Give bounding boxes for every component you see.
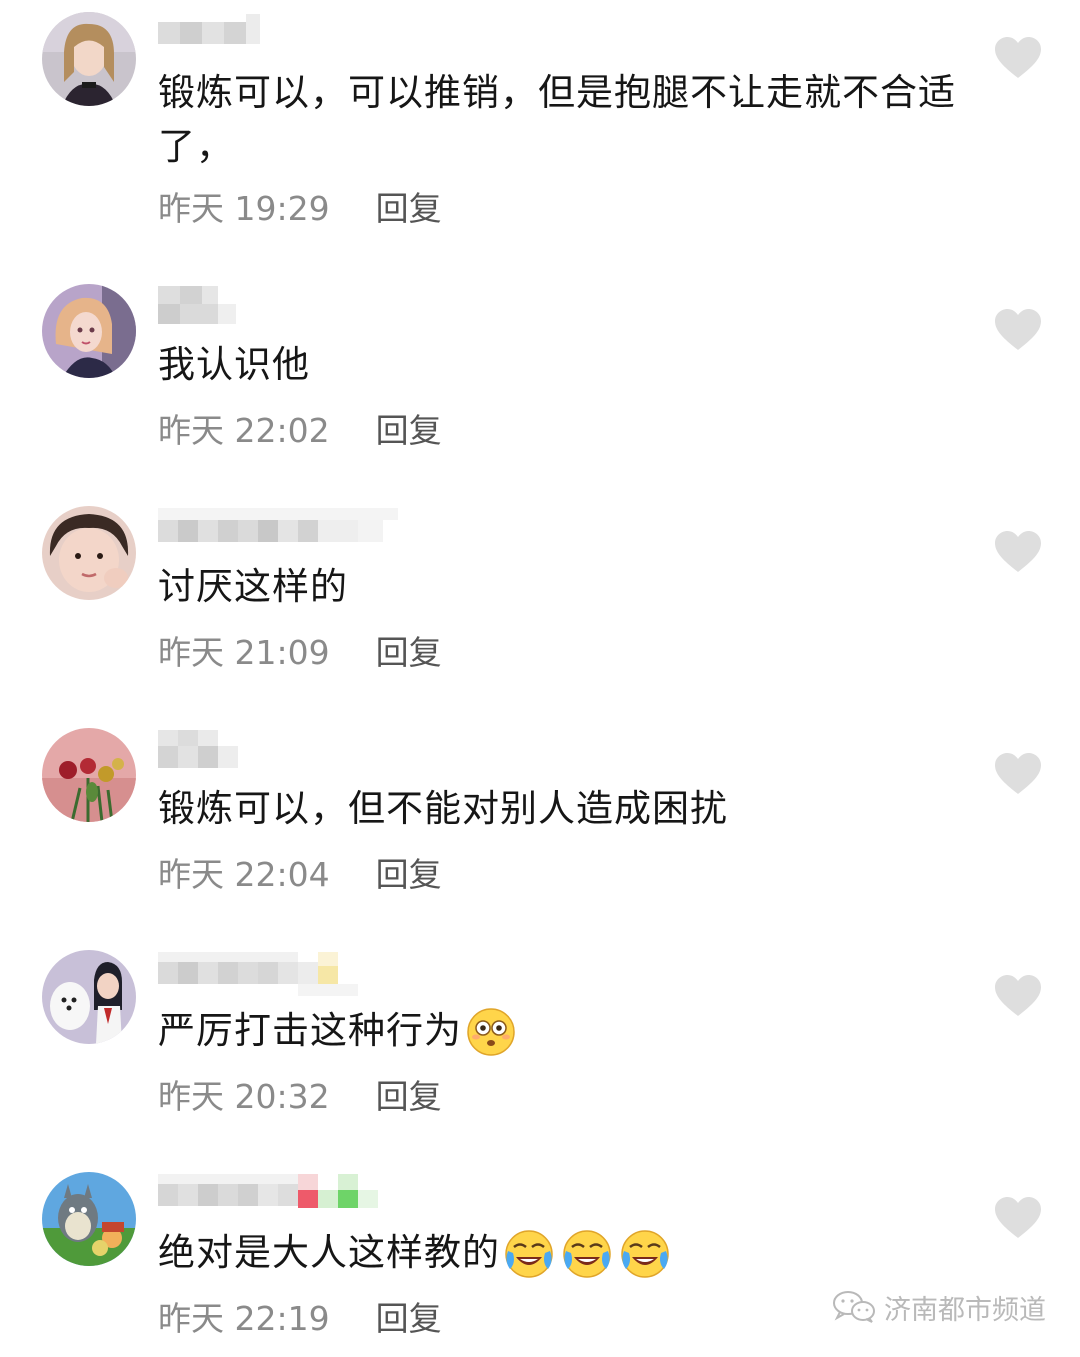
heart-icon xyxy=(994,1196,1042,1240)
heart-icon xyxy=(994,308,1042,352)
comment-text: 锻炼可以，但不能对别人造成困扰 xyxy=(158,787,728,830)
comment-text: 我认识他 xyxy=(158,343,310,386)
emoji-row xyxy=(466,1007,524,1059)
heart-icon xyxy=(994,530,1042,574)
avatar[interactable] xyxy=(42,506,136,600)
like-button[interactable] xyxy=(994,1196,1042,1240)
comment-meta: 昨天 19:29 回复 xyxy=(158,182,442,230)
like-button[interactable] xyxy=(994,752,1042,796)
dizzy-face-emoji xyxy=(466,1007,516,1057)
comment-text: 锻炼可以，可以推销，但是抱腿不让走就不合适了， xyxy=(158,71,956,168)
avatar[interactable] xyxy=(42,1172,136,1266)
comment-meta: 昨天 22:19 回复 xyxy=(158,1292,442,1340)
like-button[interactable] xyxy=(994,36,1042,80)
crying-laughing-emoji xyxy=(620,1229,670,1279)
comment-meta: 昨天 20:32 回复 xyxy=(158,1070,442,1118)
comment-text: 讨厌这样的 xyxy=(158,565,348,608)
like-button[interactable] xyxy=(994,974,1042,1018)
heart-icon xyxy=(994,974,1042,1018)
reply-button[interactable]: 回复 xyxy=(376,848,442,896)
reply-button[interactable]: 回复 xyxy=(376,626,442,674)
like-button[interactable] xyxy=(994,530,1042,574)
emoji-row xyxy=(504,1229,678,1281)
avatar[interactable] xyxy=(42,284,136,378)
comment-meta: 昨天 22:02 回复 xyxy=(158,404,442,452)
crying-laughing-emoji xyxy=(504,1229,554,1279)
avatar[interactable] xyxy=(42,12,136,106)
wechat-icon xyxy=(832,1290,876,1324)
comment-timestamp: 昨天 21:09 xyxy=(158,633,330,672)
like-button[interactable] xyxy=(994,308,1042,352)
comment-item: 我认识他 昨天 22:02 回复 xyxy=(0,284,1080,454)
comment-item: 锻炼可以，但不能对别人造成困扰 昨天 22:04 回复 xyxy=(0,728,1080,898)
comment-item: 锻炼可以，可以推销，但是抱腿不让走就不合适了， 昨天 19:29 回复 xyxy=(0,12,1080,242)
reply-button[interactable]: 回复 xyxy=(376,1070,442,1118)
comment-timestamp: 昨天 19:29 xyxy=(158,189,330,228)
heart-icon xyxy=(994,36,1042,80)
comment-meta: 昨天 21:09 回复 xyxy=(158,626,442,674)
comment-text-content: 严厉打击这种行为 xyxy=(158,1009,462,1052)
comment-text-content: 绝对是大人这样教的 xyxy=(158,1231,500,1274)
comment-text: 绝对是大人这样教的 xyxy=(158,1226,958,1281)
comment-meta: 昨天 22:04 回复 xyxy=(158,848,442,896)
watermark-text: 济南都市频道 xyxy=(884,1294,1046,1326)
comment-text: 严厉打击这种行为 xyxy=(158,1004,958,1059)
heart-icon xyxy=(994,752,1042,796)
comment-timestamp: 昨天 20:32 xyxy=(158,1077,330,1116)
avatar[interactable] xyxy=(42,728,136,822)
watermark: 济南都市频道 xyxy=(832,1287,1046,1327)
comment-timestamp: 昨天 22:04 xyxy=(158,855,330,894)
crying-laughing-emoji xyxy=(562,1229,612,1279)
reply-button[interactable]: 回复 xyxy=(376,1292,442,1340)
comment-timestamp: 昨天 22:02 xyxy=(158,411,330,450)
comment-item: 严厉打击这种行为 昨天 20:32 回复 xyxy=(0,950,1080,1120)
comment-item: 讨厌这样的 昨天 21:09 回复 xyxy=(0,506,1080,676)
avatar[interactable] xyxy=(42,950,136,1044)
comment-timestamp: 昨天 22:19 xyxy=(158,1299,330,1338)
reply-button[interactable]: 回复 xyxy=(376,182,442,230)
reply-button[interactable]: 回复 xyxy=(376,404,442,452)
